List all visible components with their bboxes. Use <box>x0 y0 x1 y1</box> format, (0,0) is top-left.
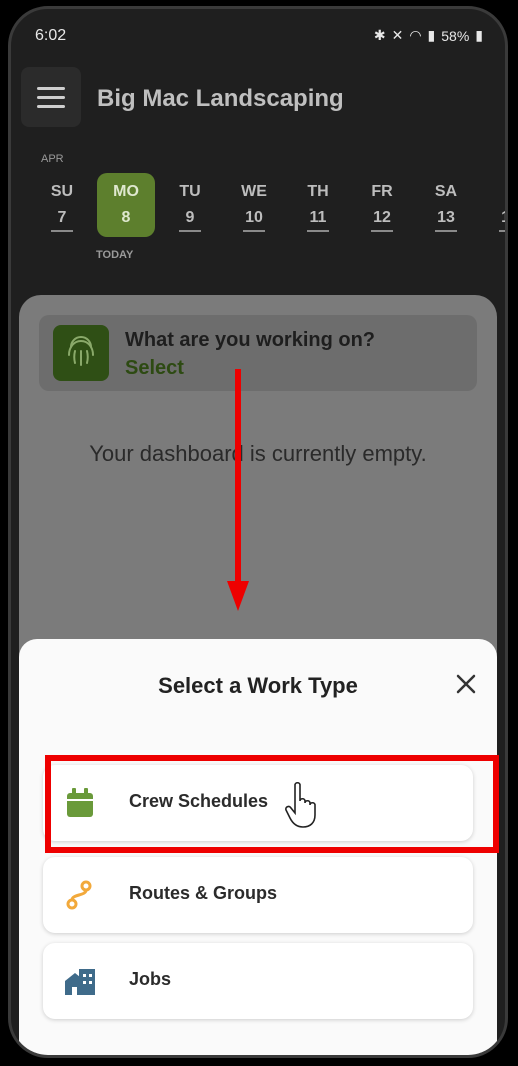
day-underline <box>51 230 73 232</box>
day-date: 12 <box>373 209 391 226</box>
day-name: SA <box>434 183 458 200</box>
day-underline <box>435 230 457 232</box>
day-s-14[interactable]: S 14 <box>481 173 506 237</box>
today-label: TODAY <box>96 249 134 261</box>
day-date: 11 <box>309 209 327 226</box>
select-link[interactable]: Select <box>125 357 184 380</box>
day-we-10[interactable]: WE 10 <box>225 173 283 237</box>
menu-button[interactable] <box>21 67 81 127</box>
day-su-7[interactable]: SU 7 <box>33 173 91 237</box>
day-underline <box>371 230 393 232</box>
day-underline <box>307 230 329 232</box>
home-indicator[interactable] <box>77 1055 439 1058</box>
calendar-month: APR <box>41 153 64 165</box>
option-jobs[interactable]: Jobs <box>43 943 473 1019</box>
option-routes-groups[interactable]: Routes & Groups <box>43 857 473 933</box>
day-date: 14 <box>481 209 505 227</box>
day-date: 9 <box>185 209 195 226</box>
battery-level: 58% <box>441 27 470 44</box>
app-bar: Big Mac Landscaping <box>11 59 505 139</box>
day-tu-9[interactable]: TU 9 <box>161 173 219 237</box>
day-name: TU <box>179 183 201 200</box>
annotation-arrow-shaft <box>235 369 241 591</box>
wifi-icon: ◠ <box>409 27 422 43</box>
annotation-highlight-box <box>45 755 499 853</box>
status-icons: ✱ ✕ ◠ ▮ 58% ▮ <box>374 27 483 44</box>
day-name: WE <box>241 183 267 200</box>
buildings-icon <box>65 969 95 995</box>
status-bar: 6:02 ✱ ✕ ◠ ▮ 58% ▮ <box>11 9 505 55</box>
day-date: 7 <box>57 209 67 226</box>
option-label: Routes & Groups <box>129 883 278 903</box>
day-date: 8 <box>121 209 131 226</box>
work-type-card[interactable]: What are you working on? Select <box>39 315 477 391</box>
signal-icon: ▮ <box>427 27 436 43</box>
day-name: S <box>481 183 506 201</box>
fingerprint-icon <box>53 325 109 381</box>
sheet-title: Select a Work Type <box>158 673 358 698</box>
bluetooth-icon: ✱ <box>373 27 386 43</box>
day-date: 13 <box>437 209 455 226</box>
day-fr-12[interactable]: FR 12 <box>353 173 411 237</box>
battery-icon: ▮ <box>475 27 483 43</box>
day-name: TH <box>307 183 329 200</box>
empty-message: Your dashboard is currently empty. <box>89 441 427 466</box>
close-icon[interactable] <box>451 669 481 699</box>
status-time: 6:02 <box>35 27 67 44</box>
day-date: 10 <box>245 209 263 226</box>
annotation-arrow-head <box>227 581 249 611</box>
day-th-11[interactable]: TH 11 <box>289 173 347 237</box>
day-name: MO <box>113 183 139 200</box>
work-type-sheet: Select a Work Type Crew Schedules Routes <box>19 639 499 1058</box>
option-label: Jobs <box>129 969 172 989</box>
day-underline <box>499 230 505 232</box>
phone-frame: 6:02 ✱ ✕ ◠ ▮ 58% ▮ Big Mac Landscaping A… <box>8 6 508 1058</box>
day-name: FR <box>371 183 393 200</box>
app-title: Big Mac Landscaping <box>97 85 344 112</box>
day-sa-13[interactable]: SA 13 <box>417 173 475 237</box>
day-mo-8[interactable]: MO 8 <box>97 173 155 237</box>
day-underline <box>243 230 265 232</box>
route-icon <box>66 880 92 910</box>
day-name: SU <box>50 183 74 200</box>
mute-icon: ✕ <box>391 27 404 43</box>
day-underline <box>179 230 201 232</box>
work-question: What are you working on? <box>125 329 376 351</box>
